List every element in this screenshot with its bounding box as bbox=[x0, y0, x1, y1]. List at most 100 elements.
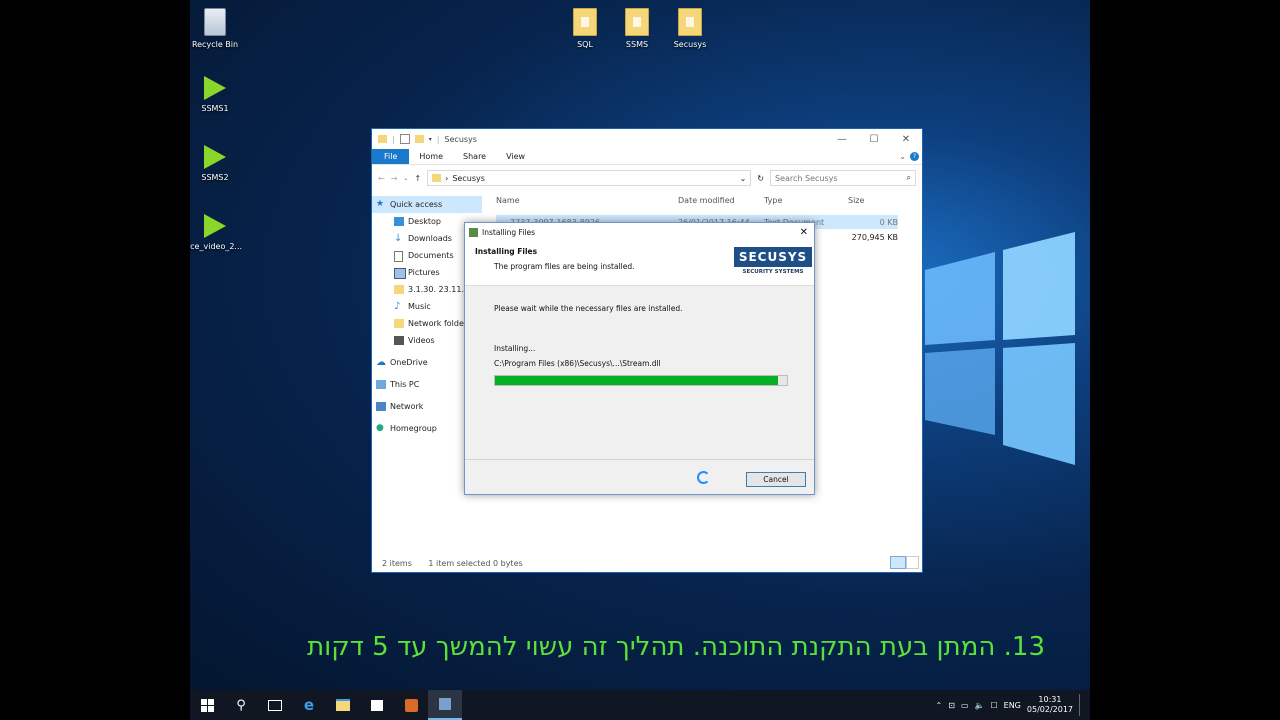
dialog-divider bbox=[465, 459, 814, 460]
search-input[interactable]: Search Secusys ⌕ bbox=[770, 170, 916, 186]
help-icon[interactable]: ? bbox=[910, 152, 919, 161]
cloud-icon: ☁ bbox=[376, 357, 386, 368]
battery-icon[interactable]: ▭ bbox=[961, 701, 969, 710]
file-explorer-button[interactable] bbox=[326, 690, 360, 720]
column-size[interactable]: Size bbox=[848, 196, 898, 210]
refresh-icon[interactable]: ↻ bbox=[757, 174, 764, 183]
windows-start-icon bbox=[200, 698, 214, 712]
play-icon bbox=[204, 214, 226, 238]
details-view-button[interactable] bbox=[890, 556, 906, 569]
column-date-modified[interactable]: Date modified bbox=[678, 196, 764, 210]
pictures-icon bbox=[394, 268, 406, 279]
computer-icon bbox=[376, 380, 386, 389]
maximize-button[interactable]: ☐ bbox=[858, 134, 890, 145]
desktop-shortcut-ssms2[interactable]: SSMS2 bbox=[190, 145, 245, 182]
nav-item-quick-access[interactable]: ★ Quick access bbox=[372, 196, 482, 213]
explorer-titlebar[interactable]: | ▾ | Secusys — ☐ ✕ bbox=[372, 129, 922, 149]
secusys-logo: SECUSYS SECURITY SYSTEMS bbox=[734, 247, 812, 275]
clock[interactable]: 10:31 05/02/2017 bbox=[1027, 695, 1073, 715]
column-name[interactable]: Name bbox=[496, 196, 678, 210]
folder-icon bbox=[432, 174, 442, 182]
close-icon[interactable]: ✕ bbox=[800, 227, 808, 238]
breadcrumb-current[interactable]: Secusys bbox=[452, 174, 485, 183]
title-separator: | bbox=[436, 134, 440, 144]
search-icon: ⚲ bbox=[236, 697, 246, 713]
installer-taskbar-button[interactable] bbox=[428, 690, 462, 720]
new-folder-icon[interactable] bbox=[414, 135, 424, 143]
tab-share[interactable]: Share bbox=[453, 152, 496, 161]
homegroup-icon: ● bbox=[376, 423, 384, 433]
instruction-caption: 13. המתן בעת התקנת התוכנה. תהליך זה עשוי… bbox=[307, 632, 1045, 662]
dialog-header: Installing Files The program files are b… bbox=[465, 241, 814, 286]
chevron-down-icon[interactable]: ⌄ bbox=[403, 175, 408, 182]
store-icon bbox=[371, 699, 383, 711]
desktop-shortcut-video[interactable]: ice_video_2... bbox=[190, 214, 245, 251]
document-icon bbox=[394, 251, 403, 262]
music-note-icon: ♪ bbox=[394, 301, 401, 312]
recycle-bin-icon bbox=[204, 8, 226, 36]
network-folder-icon bbox=[394, 319, 404, 328]
cancel-button[interactable]: Cancel bbox=[746, 472, 806, 487]
folder-icon bbox=[378, 135, 387, 143]
progress-fill bbox=[495, 376, 779, 385]
edge-button[interactable]: e bbox=[292, 690, 326, 720]
recycle-bin[interactable]: Recycle Bin bbox=[190, 8, 245, 49]
tab-file[interactable]: File bbox=[372, 149, 410, 164]
edge-icon: e bbox=[303, 696, 315, 714]
search-button[interactable]: ⚲ bbox=[224, 690, 258, 720]
star-icon: ★ bbox=[376, 199, 385, 209]
busy-cursor-icon bbox=[697, 471, 710, 484]
dialog-heading: Installing Files bbox=[475, 247, 538, 256]
volume-icon[interactable]: 🔈 bbox=[975, 701, 985, 710]
dialog-titlebar[interactable]: Installing Files ✕ bbox=[465, 223, 814, 241]
store-button[interactable] bbox=[360, 690, 394, 720]
forward-arrow-icon[interactable]: → bbox=[391, 174, 398, 183]
minimize-button[interactable]: — bbox=[826, 134, 858, 145]
system-tray: ⌃ ⊡ ▭ 🔈 ☐ ENG 10:31 05/02/2017 bbox=[936, 694, 1090, 716]
large-icons-view-button[interactable] bbox=[906, 556, 919, 569]
desktop-folder-sql[interactable]: SQL bbox=[555, 8, 615, 49]
installer-icon bbox=[469, 227, 478, 237]
download-arrow-icon: ↓ bbox=[394, 233, 403, 244]
folder-icon bbox=[678, 8, 702, 36]
tab-view[interactable]: View bbox=[496, 152, 535, 161]
chevron-down-icon[interactable]: ▾ bbox=[429, 136, 432, 143]
desktop-shortcut-ssms1[interactable]: SSMS1 bbox=[190, 76, 245, 113]
up-arrow-icon[interactable]: ↑ bbox=[414, 174, 421, 183]
video-icon bbox=[394, 336, 404, 345]
start-button[interactable] bbox=[190, 690, 224, 720]
column-type[interactable]: Type bbox=[764, 196, 848, 210]
close-button[interactable]: ✕ bbox=[890, 134, 922, 145]
desktop-icon bbox=[394, 217, 404, 226]
network-icon bbox=[376, 402, 386, 411]
action-center-icon[interactable]: ☐ bbox=[990, 701, 997, 710]
wait-message: Please wait while the necessary files ar… bbox=[494, 304, 683, 313]
tab-home[interactable]: Home bbox=[409, 152, 453, 161]
breadcrumb-chevron-icon[interactable]: › bbox=[445, 174, 448, 183]
app-button[interactable] bbox=[394, 690, 428, 720]
window-title: Secusys bbox=[444, 134, 477, 144]
show-desktop-button[interactable] bbox=[1079, 694, 1080, 716]
status-item-count: 2 items bbox=[382, 559, 412, 568]
task-view-button[interactable] bbox=[258, 690, 292, 720]
app-icon bbox=[404, 698, 418, 712]
quick-toolbar-separator: | bbox=[392, 134, 395, 144]
desktop-folder-secusys[interactable]: Secusys bbox=[660, 8, 720, 49]
install-file-path: C:\Program Files (x86)\Secusys\...\Strea… bbox=[494, 359, 661, 368]
installing-files-dialog: Installing Files ✕ Installing Files The … bbox=[464, 222, 815, 495]
chevron-down-icon[interactable]: ⌄ bbox=[740, 174, 747, 183]
task-view-icon bbox=[268, 699, 282, 711]
language-indicator[interactable]: ENG bbox=[1004, 701, 1021, 710]
desktop-folder-ssms[interactable]: SSMS bbox=[607, 8, 667, 49]
chevron-down-icon[interactable]: ⌄ bbox=[895, 152, 910, 161]
folder-icon bbox=[625, 8, 649, 36]
installer-icon bbox=[439, 698, 451, 710]
back-arrow-icon[interactable]: ← bbox=[378, 174, 385, 183]
address-bar[interactable]: › Secusys ⌄ bbox=[427, 170, 752, 186]
column-headers: Name Date modified Type Size bbox=[496, 196, 906, 210]
folder-icon bbox=[394, 285, 404, 294]
taskbar: ⚲ e ⌃ ⊡ ▭ 🔈 ☐ ENG 10:31 05/02/2017 bbox=[190, 690, 1090, 720]
network-tray-icon[interactable]: ⊡ bbox=[948, 701, 955, 710]
chevron-up-icon[interactable]: ⌃ bbox=[936, 701, 943, 710]
properties-icon[interactable] bbox=[399, 134, 410, 144]
